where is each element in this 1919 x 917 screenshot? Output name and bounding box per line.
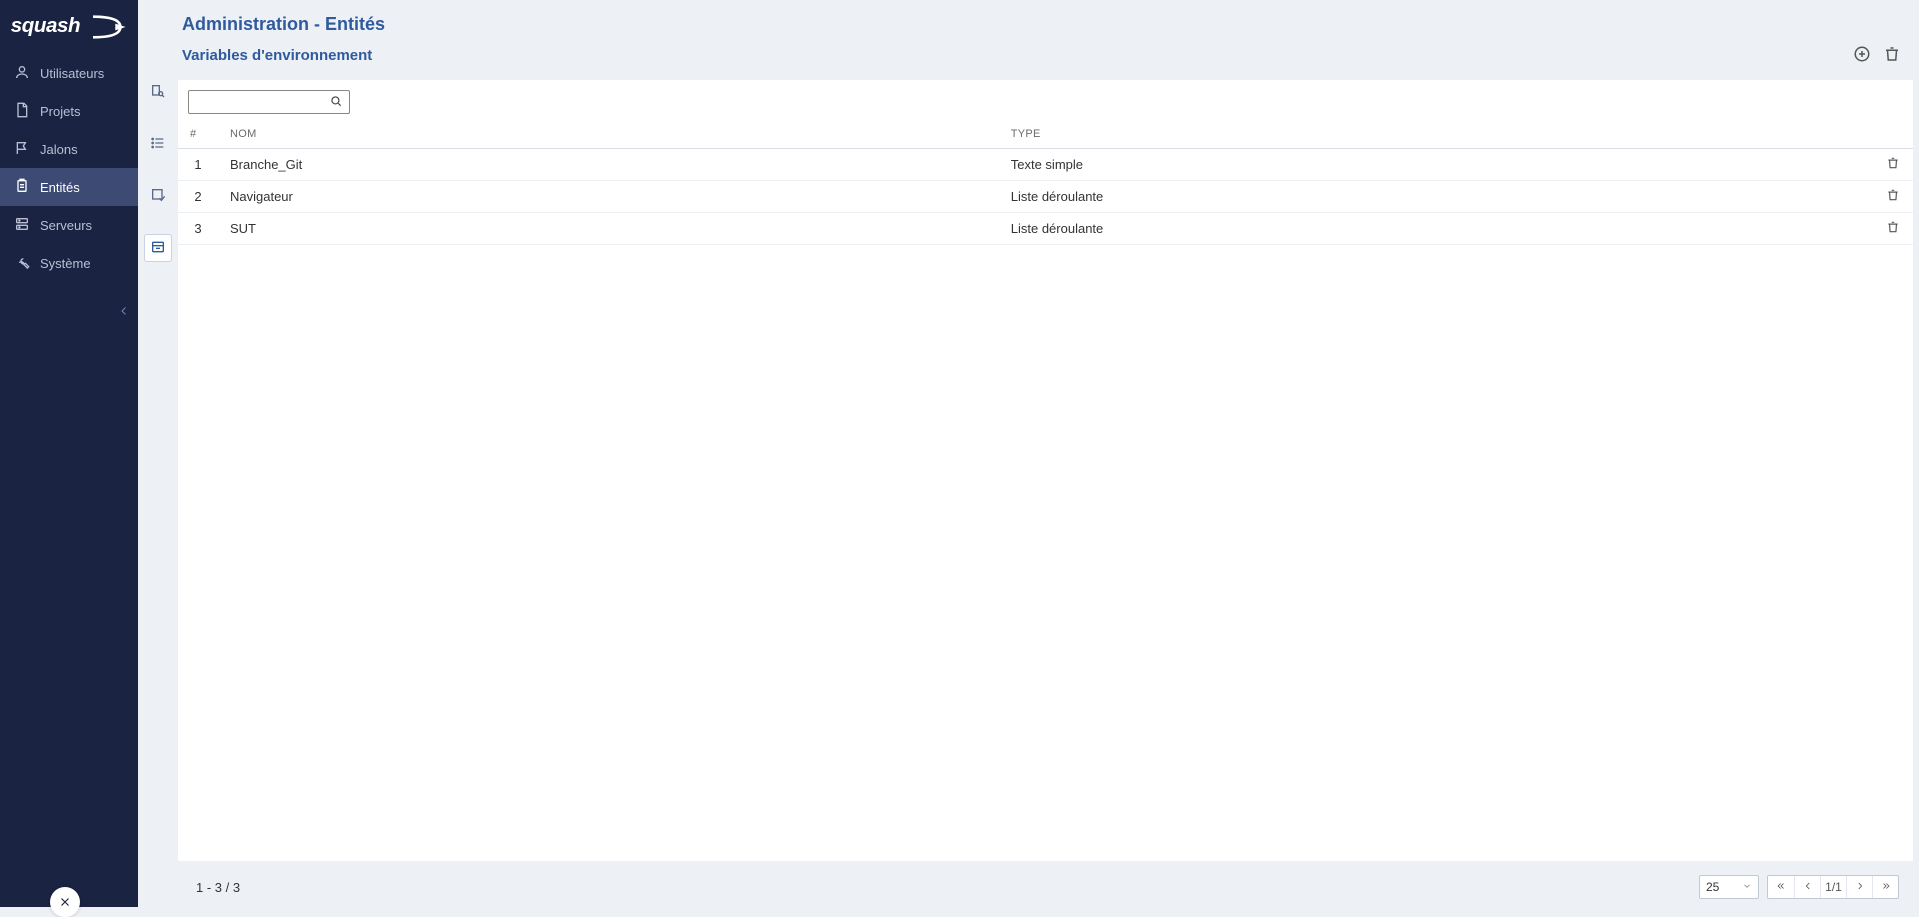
trash-icon (1886, 188, 1900, 205)
toolstrip-variables-button[interactable] (144, 234, 172, 262)
chevron-right-icon (1855, 880, 1865, 894)
cell-index: 2 (178, 181, 218, 213)
detail-search-icon (150, 83, 166, 102)
pager-page-label: 1/1 (1820, 876, 1846, 898)
chevron-left-icon (1803, 880, 1813, 894)
cell-type: Texte simple (999, 149, 1873, 181)
col-header-index[interactable]: # (178, 118, 218, 149)
table-row[interactable]: 3 SUT Liste déroulante (178, 213, 1913, 245)
cell-name: Branche_Git (218, 149, 999, 181)
table-row[interactable]: 1 Branche_Git Texte simple (178, 149, 1913, 181)
file-icon (14, 102, 30, 121)
sidebar-item-label: Projets (40, 104, 80, 119)
pager-first-button[interactable] (1768, 876, 1794, 898)
col-header-name[interactable]: NOM (218, 118, 999, 149)
sidebar-item-projects[interactable]: Projets (0, 92, 138, 130)
sidebar-item-label: Entités (40, 180, 80, 195)
sidebar: squash Utilisateurs Projets Jalons (0, 0, 138, 907)
table-row[interactable]: 2 Navigateur Liste déroulante (178, 181, 1913, 213)
page-subtitle: Variables d'environnement (182, 47, 372, 64)
sidebar-item-servers[interactable]: Serveurs (0, 206, 138, 244)
sidebar-item-milestones[interactable]: Jalons (0, 130, 138, 168)
header: Administration - Entités Variables d'env… (178, 0, 1919, 74)
flag-icon (14, 140, 30, 159)
sidebar-item-entities[interactable]: Entités (0, 168, 138, 206)
page-size-select[interactable]: 25 (1699, 875, 1759, 899)
close-button[interactable] (50, 887, 80, 917)
page-title: Administration - Entités (182, 14, 385, 35)
clipboard-icon (14, 178, 30, 197)
list-icon (150, 135, 166, 154)
trash-icon (1886, 156, 1900, 173)
app-logo: squash (0, 0, 138, 54)
add-button[interactable] (1853, 45, 1871, 66)
main: Administration - Entités Variables d'env… (178, 0, 1919, 907)
row-delete-button[interactable] (1886, 156, 1900, 173)
chevrons-right-icon (1881, 880, 1891, 894)
sidebar-collapse-button[interactable] (118, 305, 130, 320)
plus-circle-icon (1853, 45, 1871, 66)
cell-index: 1 (178, 149, 218, 181)
row-delete-button[interactable] (1886, 220, 1900, 237)
variables-table: # NOM TYPE 1 Branche_Git Texte simple (178, 118, 1913, 245)
pager-last-button[interactable] (1872, 876, 1898, 898)
toolstrip (138, 0, 178, 907)
cell-type: Liste déroulante (999, 213, 1873, 245)
cell-type: Liste déroulante (999, 181, 1873, 213)
sidebar-item-label: Utilisateurs (40, 66, 104, 81)
wrench-icon (14, 254, 30, 273)
delete-button[interactable] (1883, 45, 1901, 66)
pager: 25 1/1 (1699, 875, 1899, 899)
svg-text:squash: squash (11, 14, 80, 37)
footer: 1 - 3 / 3 25 1/1 (178, 867, 1913, 907)
col-header-type[interactable]: TYPE (999, 118, 1873, 149)
search-icon[interactable] (329, 94, 343, 111)
sidebar-item-system[interactable]: Système (0, 244, 138, 282)
toolstrip-list-button[interactable] (144, 130, 172, 158)
server-icon (14, 216, 30, 235)
page-size-value: 25 (1706, 880, 1719, 894)
sidebar-item-users[interactable]: Utilisateurs (0, 54, 138, 92)
toolstrip-check-button[interactable] (144, 182, 172, 210)
sidebar-item-label: Système (40, 256, 91, 271)
toolstrip-search-button[interactable] (144, 78, 172, 106)
cell-name: Navigateur (218, 181, 999, 213)
cell-index: 3 (178, 213, 218, 245)
user-icon (14, 64, 30, 83)
trash-icon (1886, 220, 1900, 237)
content-card: # NOM TYPE 1 Branche_Git Texte simple (178, 80, 1913, 861)
pager-prev-button[interactable] (1794, 876, 1820, 898)
note-check-icon (150, 187, 166, 206)
sidebar-item-label: Jalons (40, 142, 78, 157)
sidebar-item-label: Serveurs (40, 218, 92, 233)
cell-name: SUT (218, 213, 999, 245)
range-label: 1 - 3 / 3 (196, 880, 240, 895)
search-input[interactable] (195, 95, 329, 109)
sidebar-nav: Utilisateurs Projets Jalons Entités Serv… (0, 54, 138, 282)
row-delete-button[interactable] (1886, 188, 1900, 205)
variables-icon (150, 239, 166, 258)
pager-next-button[interactable] (1846, 876, 1872, 898)
chevrons-left-icon (1776, 880, 1786, 894)
trash-icon (1883, 45, 1901, 66)
search-box (188, 90, 350, 114)
chevron-down-icon (1742, 880, 1752, 894)
